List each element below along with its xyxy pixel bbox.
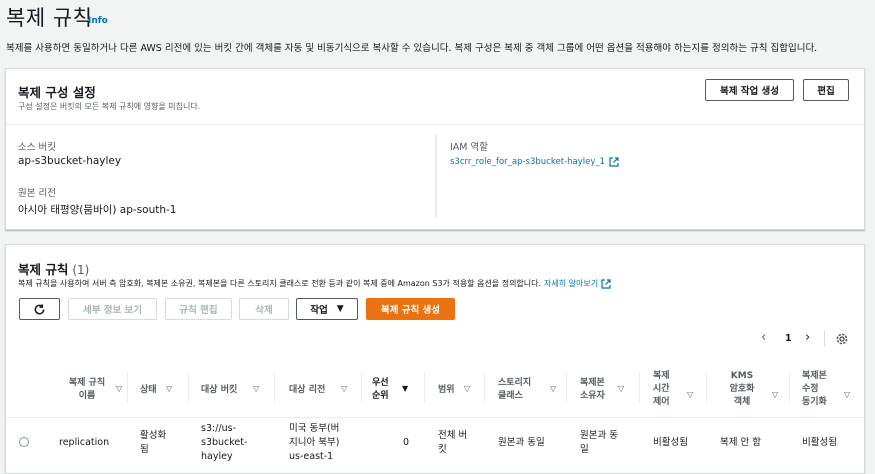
rule-name-link[interactable]: replication [59, 436, 109, 450]
cell-dest-region: 미국 동부(버 지니아 북부) us-east-1 [289, 423, 340, 462]
col-kms[interactable]: KMS 암호화 객체 [720, 370, 764, 409]
pagination-separator [824, 331, 825, 347]
prev-page-icon[interactable]: ‹ [761, 330, 766, 345]
refresh-button[interactable] [19, 298, 60, 320]
edit-rule-button[interactable]: 규칙 편집 [165, 298, 232, 320]
sort-desc-icon[interactable]: ▼ [402, 384, 408, 393]
page-description: 복제를 사용하면 동일하거나 다른 AWS 리전에 있는 버킷 간에 객체를 자… [6, 43, 818, 54]
config-title: 복제 구성 설정 [18, 85, 96, 100]
rules-description: 복제 규칙을 사용하여 서버 측 암호화, 복제본 소유권, 복제본을 다른 스… [18, 279, 542, 288]
col-scope[interactable]: 범위 [438, 384, 455, 397]
sort-icon[interactable]: ▽ [550, 384, 556, 393]
source-bucket-value: ap-s3bucket-hayley [18, 155, 122, 167]
sort-icon[interactable]: ▽ [687, 390, 693, 399]
cell-replica-owner: 원본과 동 일 [580, 430, 618, 455]
rules-title: 복제 규칙 [18, 262, 69, 277]
sort-icon[interactable]: ▽ [464, 384, 470, 393]
cell-scope: 전체 버 킷 [438, 430, 468, 455]
sort-icon[interactable]: ▽ [341, 384, 347, 393]
sort-icon[interactable]: ▽ [618, 384, 624, 393]
config-subtitle: 구성 설정은 버킷의 모든 복제 규칙에 영향을 미칩니다. [18, 102, 201, 111]
col-dest-bucket[interactable]: 대상 버킷 [201, 384, 237, 397]
cell-kms: 복제 안 함 [720, 437, 761, 448]
cell-modification-sync: 비활성됨 [802, 437, 837, 448]
rules-heading: 복제 규칙 (1) [18, 259, 89, 278]
sort-icon[interactable]: ▽ [166, 384, 172, 393]
view-details-button[interactable]: 세부 정보 보기 [68, 298, 157, 320]
replication-rules-panel: 복제 규칙 (1) 복제 규칙을 사용하여 서버 측 암호화, 복제본 소유권,… [5, 244, 865, 474]
external-link-icon [609, 157, 619, 167]
col-replica-owner[interactable]: 복제본 소유자 [580, 377, 605, 403]
col-rtc[interactable]: 복제 시간 제어 [653, 370, 670, 409]
next-page-icon[interactable]: › [805, 330, 810, 345]
page-number[interactable]: 1 [785, 333, 792, 344]
rules-description-row: 복제 규칙을 사용하여 서버 측 암호화, 복제본 소유권, 복제본을 다른 스… [18, 278, 611, 289]
col-storage-class[interactable]: 스토리지 클래스 [498, 377, 531, 403]
column-separator [435, 135, 437, 217]
source-region-label: 원본 리전 [18, 188, 56, 199]
external-link-icon [601, 278, 611, 289]
caret-down-icon: ▼ [336, 304, 344, 314]
col-dest-region[interactable]: 대상 리전 [289, 384, 325, 397]
create-replication-rule-button[interactable]: 복제 규칙 생성 [366, 298, 455, 320]
iam-role-link[interactable]: s3crr_role_for_ap-s3bucket-hayley_1 [450, 157, 619, 167]
rules-count: (1) [72, 263, 90, 277]
cell-storage-class: 원본과 동일 [498, 437, 545, 448]
cell-priority: 0 [403, 437, 410, 448]
dest-bucket-link[interactable]: s3://us- s3bucket- hayley [201, 422, 247, 464]
delete-button[interactable]: 삭제 [239, 298, 289, 320]
sort-icon[interactable]: ▽ [253, 384, 259, 393]
iam-role-label: IAM 역할 [450, 142, 488, 153]
row-radio-button[interactable] [19, 437, 29, 447]
config-divider [6, 124, 864, 125]
sort-icon[interactable]: ▽ [844, 390, 850, 399]
learn-more-link[interactable]: 자세히 알아보기 [544, 278, 598, 289]
replication-config-panel: 복제 구성 설정 구성 설정은 버킷의 모든 복제 규칙에 영향을 미칩니다. … [5, 68, 865, 230]
source-bucket-label: 소스 버킷 [18, 142, 56, 153]
actions-dropdown[interactable]: 작업 ▼ [296, 298, 358, 320]
iam-role-value[interactable]: s3crr_role_for_ap-s3bucket-hayley_1 [450, 157, 605, 167]
cell-rtc: 비활성됨 [653, 437, 688, 448]
sort-icon[interactable]: ▽ [772, 390, 778, 399]
page-title: 복제 규칙 [6, 6, 93, 30]
edit-config-button[interactable]: 편집 [803, 79, 849, 101]
col-status[interactable]: 상태 [140, 384, 157, 397]
info-link[interactable]: Info [88, 16, 108, 26]
col-modification-sync[interactable]: 복제본 수정 동기화 [802, 370, 827, 409]
sort-icon[interactable]: ▽ [116, 384, 122, 393]
refresh-icon [34, 303, 45, 314]
cell-status: 활성화 됨 [140, 430, 167, 455]
source-region-value: 아시아 태평양(뭄바이) ap-south-1 [18, 204, 177, 216]
table-header: 복제 규칙 이름 ▽ 상태 ▽ 대상 버킷 ▽ 대상 리전 ▽ 우선 순위 ▼ … [6, 360, 864, 418]
table-row[interactable]: replication 활성화 됨 s3://us- s3bucket- hay… [6, 418, 864, 473]
col-priority[interactable]: 우선 순위 [372, 377, 389, 403]
settings-gear-icon[interactable] [835, 331, 849, 350]
create-replication-job-button[interactable]: 복제 작업 생성 [705, 79, 794, 101]
actions-label: 작업 [310, 305, 328, 316]
